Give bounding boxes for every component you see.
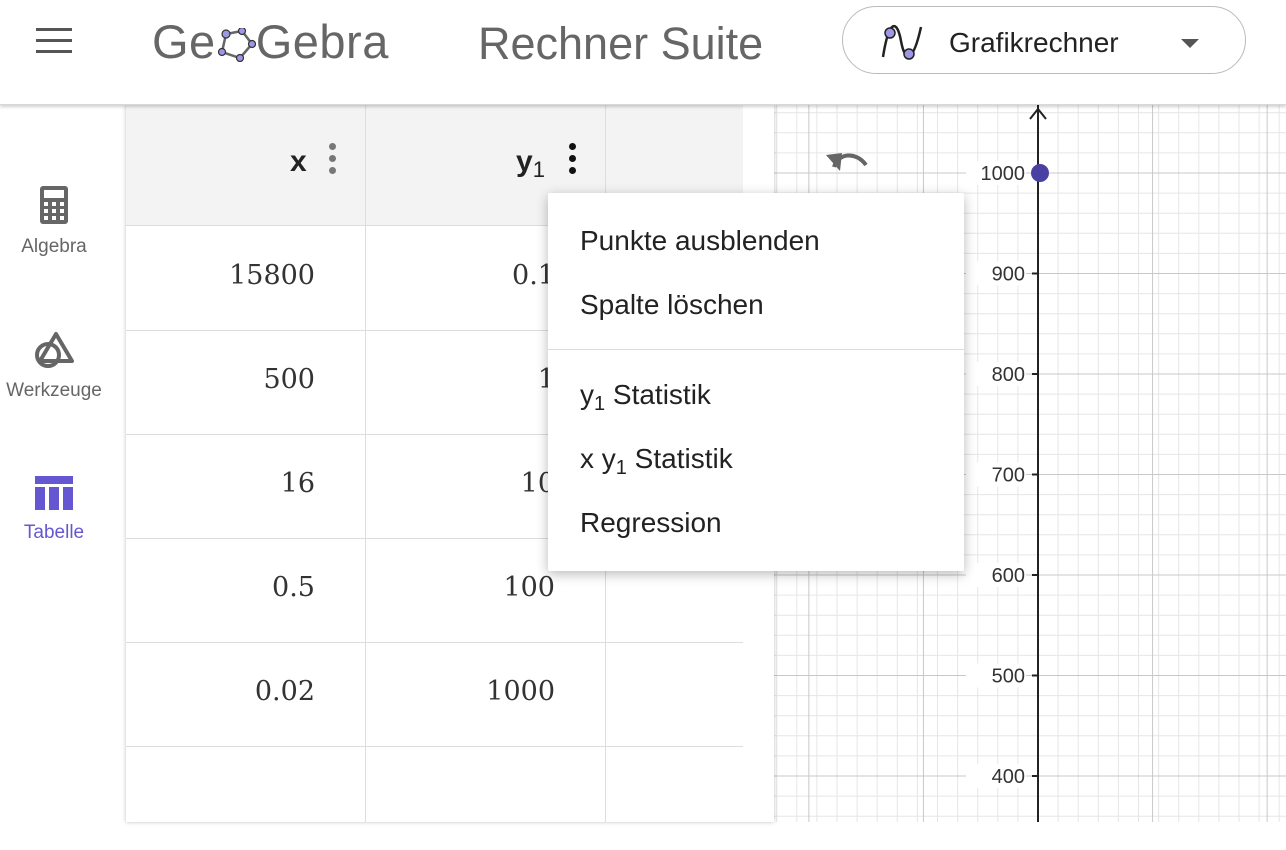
column-x-menu-icon[interactable]	[324, 143, 340, 179]
menu-label-xy: x y	[580, 443, 616, 474]
sidebar-item-label: Tabelle	[23, 522, 85, 543]
menu-item-y1-statistics[interactable]: y1 Statistik	[580, 379, 711, 416]
table-row-empty[interactable]	[126, 746, 743, 850]
cell-x[interactable]: 15800	[229, 260, 315, 291]
y-tick-label: 600	[992, 565, 1025, 587]
column-name-y: y	[516, 145, 533, 178]
column-header-x: x	[126, 105, 365, 225]
y-tick-label: 900	[992, 264, 1025, 286]
y-tick-label: 700	[992, 465, 1025, 487]
logo-polygon-icon	[217, 26, 256, 63]
undo-icon[interactable]	[824, 145, 870, 175]
menu-divider	[548, 349, 964, 350]
chevron-down-icon	[1181, 39, 1199, 48]
y-tick-label: 1000	[981, 163, 1026, 185]
suite-title: Rechner Suite	[478, 18, 764, 69]
app-switcher-label: Grafikrechner	[949, 27, 1119, 58]
menu-item-hide-points[interactable]: Punkte ausblenden	[580, 225, 820, 257]
table-row: 0.02 1000	[126, 642, 743, 747]
data-point[interactable]	[1031, 164, 1049, 182]
y-tick-label: 500	[992, 666, 1025, 688]
table-icon	[35, 476, 73, 510]
logo-text-right: Gebra	[255, 15, 389, 68]
menu-label-y: y	[580, 379, 594, 410]
cell-x[interactable]: 16	[281, 468, 315, 499]
column-context-menu: Punkte ausblenden Spalte löschen y1 Stat…	[548, 193, 964, 571]
graphing-app-icon	[881, 24, 923, 60]
calculator-icon	[40, 186, 68, 224]
sidebar-item-algebra[interactable]: Algebra	[0, 185, 108, 258]
menu-label-statistik: Statistik	[605, 379, 711, 410]
geogebra-logo: Ge Gebra	[152, 14, 389, 69]
logo-text-left: Ge	[152, 15, 216, 68]
tools-icon	[35, 332, 74, 368]
cell-x[interactable]: 0.02	[255, 676, 315, 707]
app-switcher-dropdown[interactable]: Grafikrechner	[842, 6, 1246, 74]
view-sidebar: Algebra Werkzeuge Tabelle	[0, 105, 126, 822]
menu-icon[interactable]	[34, 28, 74, 58]
cell-x[interactable]: 0.5	[272, 572, 315, 603]
cell-y1[interactable]: 100	[503, 572, 555, 603]
column-name-y1: y1	[516, 145, 545, 183]
cell-y1[interactable]: 1000	[486, 676, 555, 707]
column-y1-menu-icon[interactable]	[564, 143, 580, 179]
sidebar-item-label: Werkzeuge	[6, 380, 102, 401]
sidebar-item-label: Algebra	[21, 236, 87, 257]
menu-item-regression[interactable]: Regression	[580, 507, 722, 539]
app-header: Ge Gebra Rechner Suite Grafikrechner	[0, 0, 1286, 105]
sidebar-item-werkzeuge[interactable]: Werkzeuge	[0, 331, 108, 402]
menu-label-statistik: Statistik	[626, 443, 733, 474]
y-tick-label: 400	[992, 766, 1025, 788]
sidebar-item-tabelle[interactable]: Tabelle	[0, 475, 108, 544]
column-name-y-subscript: 1	[532, 157, 545, 182]
menu-item-delete-column[interactable]: Spalte löschen	[580, 289, 764, 321]
menu-label-subscript: 1	[594, 393, 606, 415]
y-tick-label: 800	[992, 364, 1025, 386]
menu-label-subscript: 1	[615, 457, 627, 479]
menu-item-xy1-statistics[interactable]: x y1 Statistik	[580, 443, 733, 480]
column-name-x: x	[290, 145, 307, 178]
cell-x[interactable]: 500	[263, 364, 315, 395]
